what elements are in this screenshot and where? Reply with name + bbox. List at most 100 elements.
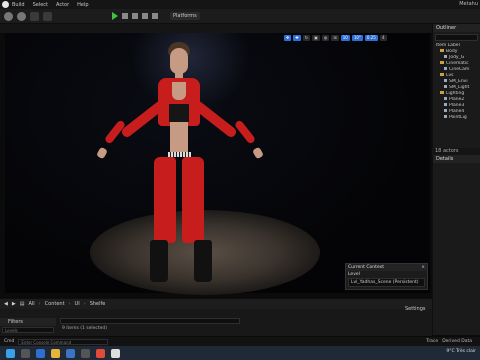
content-search-input[interactable] <box>60 318 240 324</box>
scale-snap-value[interactable]: 0.25 <box>364 35 378 41</box>
windows-start-icon[interactable] <box>6 348 15 358</box>
right-boot <box>194 240 212 282</box>
current-context-title: Current Context <box>348 265 384 270</box>
actor-icon <box>444 55 447 58</box>
app-icon[interactable] <box>81 348 90 358</box>
outliner-tree: Body Jody_G Cinematic CineCam Lvs SM_Envi SM_L… <box>433 49 480 121</box>
unreal-logo-icon[interactable] <box>2 1 9 8</box>
weather-temperature[interactable]: 9°C <box>446 349 454 354</box>
actor-icon <box>444 97 447 100</box>
rotate-icon[interactable]: ↻ <box>302 35 311 41</box>
current-context-panel: Current Context × Level Lvl_Yadhas_Scene… <box>345 263 428 290</box>
derived-data-button[interactable]: Derived Data <box>442 339 472 344</box>
file-explorer-icon[interactable] <box>51 348 60 358</box>
platforms-button[interactable]: Platforms <box>170 12 200 20</box>
main-toolbar: Platforms <box>0 9 480 24</box>
left-hand <box>96 146 108 160</box>
surface-snap-icon[interactable]: ⊞ <box>331 35 339 41</box>
mode-select-icon[interactable] <box>17 11 26 21</box>
back-icon[interactable]: ◀ <box>4 301 8 307</box>
filter-search-input[interactable]: Levels <box>2 327 54 333</box>
world-space-icon[interactable]: ◍ <box>321 35 330 41</box>
breadcrumb-separator: › <box>83 301 86 307</box>
actor-icon <box>444 79 447 82</box>
breadcrumb-separator: › <box>68 301 71 307</box>
outliner-item[interactable]: PointLig <box>433 115 480 121</box>
breadcrumb-all[interactable]: All <box>28 301 34 307</box>
trace-button[interactable]: Trace <box>426 339 438 344</box>
pause-icon[interactable] <box>132 13 138 19</box>
outliner-item-label: Lighting <box>446 91 465 96</box>
actor-icon <box>444 109 447 112</box>
outliner-item-label: Lvs <box>446 73 454 78</box>
outliner-item-label: Body <box>446 49 458 54</box>
save-icon[interactable] <box>4 11 13 21</box>
level-dropdown[interactable]: Lvl_Yadhas_Scene (Persistent) <box>348 278 425 287</box>
blueprint-icon[interactable] <box>43 11 52 21</box>
eject-icon[interactable] <box>152 13 158 19</box>
status-bar: Cmd Enter Console Command Trace Derived … <box>0 336 480 346</box>
head <box>170 48 188 74</box>
translate-icon[interactable]: ✚ <box>293 35 301 41</box>
left-leg <box>154 157 176 243</box>
outliner-item-label: Plane4 <box>449 109 465 114</box>
weather-description[interactable]: Très clair <box>456 349 476 354</box>
details-panel: Details <box>432 155 480 335</box>
outliner-item-label: SM_Light <box>449 85 470 90</box>
item-count: 9 items (1 selected) <box>62 326 108 331</box>
cmd-label[interactable]: Cmd <box>4 339 14 344</box>
right-forearm <box>233 119 257 145</box>
settings-button[interactable]: Settings <box>405 306 426 312</box>
grid-snap-value[interactable]: 10 <box>340 35 350 41</box>
details-tab[interactable]: Details <box>433 155 480 163</box>
actor-icon <box>444 103 447 106</box>
menu-bar: Build Select Actor Help Metahu <box>0 0 480 9</box>
outliner-item-label: Cinematic <box>446 61 469 66</box>
folder-icon <box>440 61 444 64</box>
forward-icon[interactable]: ▶ <box>12 301 16 307</box>
search-icon[interactable] <box>21 348 30 358</box>
breadcrumb-content[interactable]: Content <box>45 301 65 307</box>
close-icon[interactable]: × <box>421 265 425 270</box>
outliner-search-input[interactable] <box>435 34 478 41</box>
outliner-tab[interactable]: Outliner <box>433 24 480 32</box>
right-leg <box>182 157 204 243</box>
select-mode-icon[interactable]: ✥ <box>284 35 292 41</box>
edge-icon[interactable] <box>36 348 45 358</box>
viewport-tab-bar <box>0 24 432 33</box>
add-content-icon[interactable] <box>30 11 39 21</box>
breadcrumb-ui[interactable]: UI <box>75 301 80 307</box>
outliner-item-label: SM_Envi <box>449 79 468 84</box>
menu-select[interactable]: Select <box>33 2 48 8</box>
viewport-toolbar: ✥ ✚ ↻ ▣ ◍ ⊞ 10 10° 0.25 4 <box>284 35 389 41</box>
outliner-item-label: PointLig <box>449 115 467 120</box>
mail-icon[interactable] <box>66 348 75 358</box>
windows-taskbar: 9°C Très clair <box>0 346 480 360</box>
actor-icon <box>444 67 447 70</box>
menu-actor[interactable]: Actor <box>56 2 69 8</box>
outliner-item-label: Plane3 <box>449 103 465 108</box>
window-title: Metahu <box>459 1 478 7</box>
unreal-engine-taskbar-icon[interactable] <box>111 348 120 358</box>
stop-icon[interactable] <box>142 13 148 19</box>
metahuman-character[interactable] <box>90 40 280 290</box>
console-command-input[interactable]: Enter Console Command <box>18 338 109 345</box>
actor-count: 18 actors <box>432 148 480 155</box>
folder-icon <box>440 73 444 76</box>
menu-help[interactable]: Help <box>77 2 88 8</box>
play-icon[interactable] <box>112 12 118 20</box>
folder-icon <box>440 49 444 52</box>
belly <box>170 122 188 152</box>
play-options-icon[interactable] <box>122 13 128 19</box>
outliner-item-label: Jody_G <box>449 55 465 60</box>
menu-build[interactable]: Build <box>12 2 25 8</box>
filters-label[interactable]: Filters <box>0 318 56 326</box>
rotation-snap-value[interactable]: 10° <box>351 35 363 41</box>
outliner-item-label: Plane2 <box>449 97 465 102</box>
outliner-panel: Outliner Item Label Body Jody_G Cinematic C… <box>432 24 480 151</box>
breadcrumb-shelfe[interactable]: Shelfe <box>90 301 106 307</box>
breadcrumb-separator: › <box>38 301 41 307</box>
camera-speed-value[interactable]: 4 <box>379 35 387 41</box>
scale-icon[interactable]: ▣ <box>312 35 320 41</box>
chrome-icon[interactable] <box>96 348 105 358</box>
